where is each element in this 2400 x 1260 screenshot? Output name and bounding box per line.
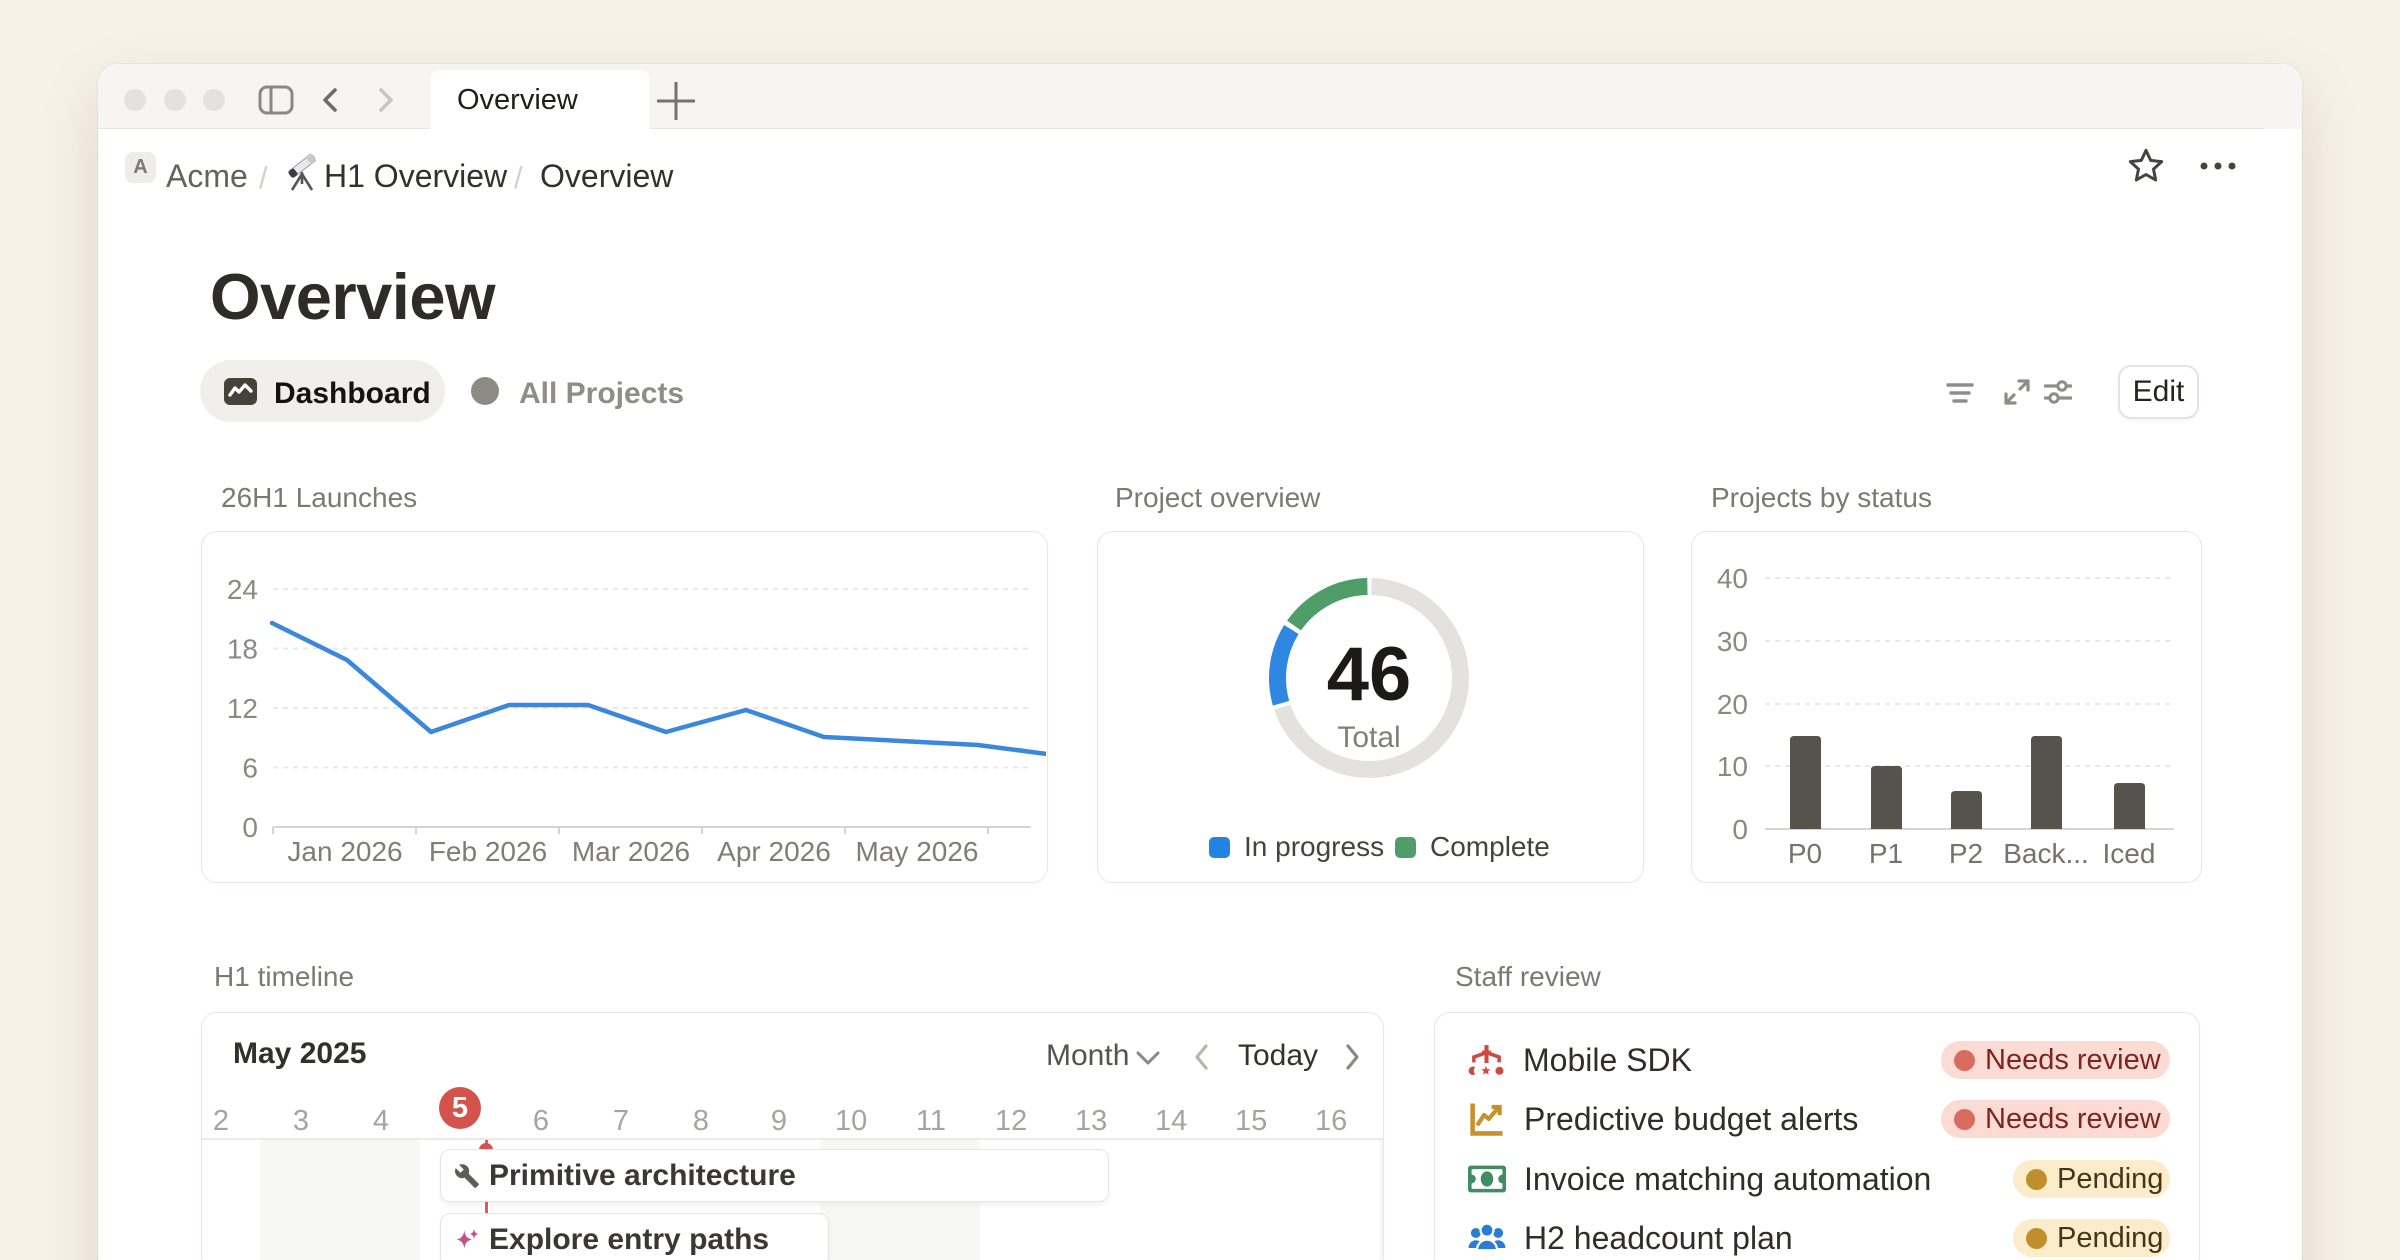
svg-text:0: 0 — [1732, 814, 1748, 845]
svg-text:0: 0 — [242, 812, 258, 843]
svg-text:May 2026: May 2026 — [856, 836, 979, 867]
svg-text:20: 20 — [1717, 689, 1748, 720]
svg-text:30: 30 — [1717, 626, 1748, 657]
svg-text:10: 10 — [1717, 751, 1748, 782]
svg-text:Mar 2026: Mar 2026 — [572, 836, 690, 867]
svg-text:12: 12 — [227, 693, 258, 724]
svg-text:Jan 2026: Jan 2026 — [287, 836, 402, 867]
svg-text:P2: P2 — [1949, 838, 1983, 869]
svg-text:46: 46 — [1327, 632, 1412, 717]
svg-text:Back...: Back... — [2003, 838, 2089, 869]
svg-text:40: 40 — [1717, 563, 1748, 594]
svg-text:Feb 2026: Feb 2026 — [429, 836, 547, 867]
svg-text:Iced: Iced — [2103, 838, 2156, 869]
svg-text:Total: Total — [1337, 721, 1400, 754]
svg-text:Apr 2026: Apr 2026 — [717, 836, 831, 867]
svg-text:18: 18 — [227, 634, 258, 665]
svg-text:24: 24 — [227, 574, 258, 605]
svg-text:P0: P0 — [1788, 838, 1822, 869]
svg-text:Complete: Complete — [1430, 831, 1550, 862]
svg-text:6: 6 — [242, 753, 258, 784]
svg-text:P1: P1 — [1869, 838, 1903, 869]
svg-text:In progress: In progress — [1244, 831, 1384, 862]
